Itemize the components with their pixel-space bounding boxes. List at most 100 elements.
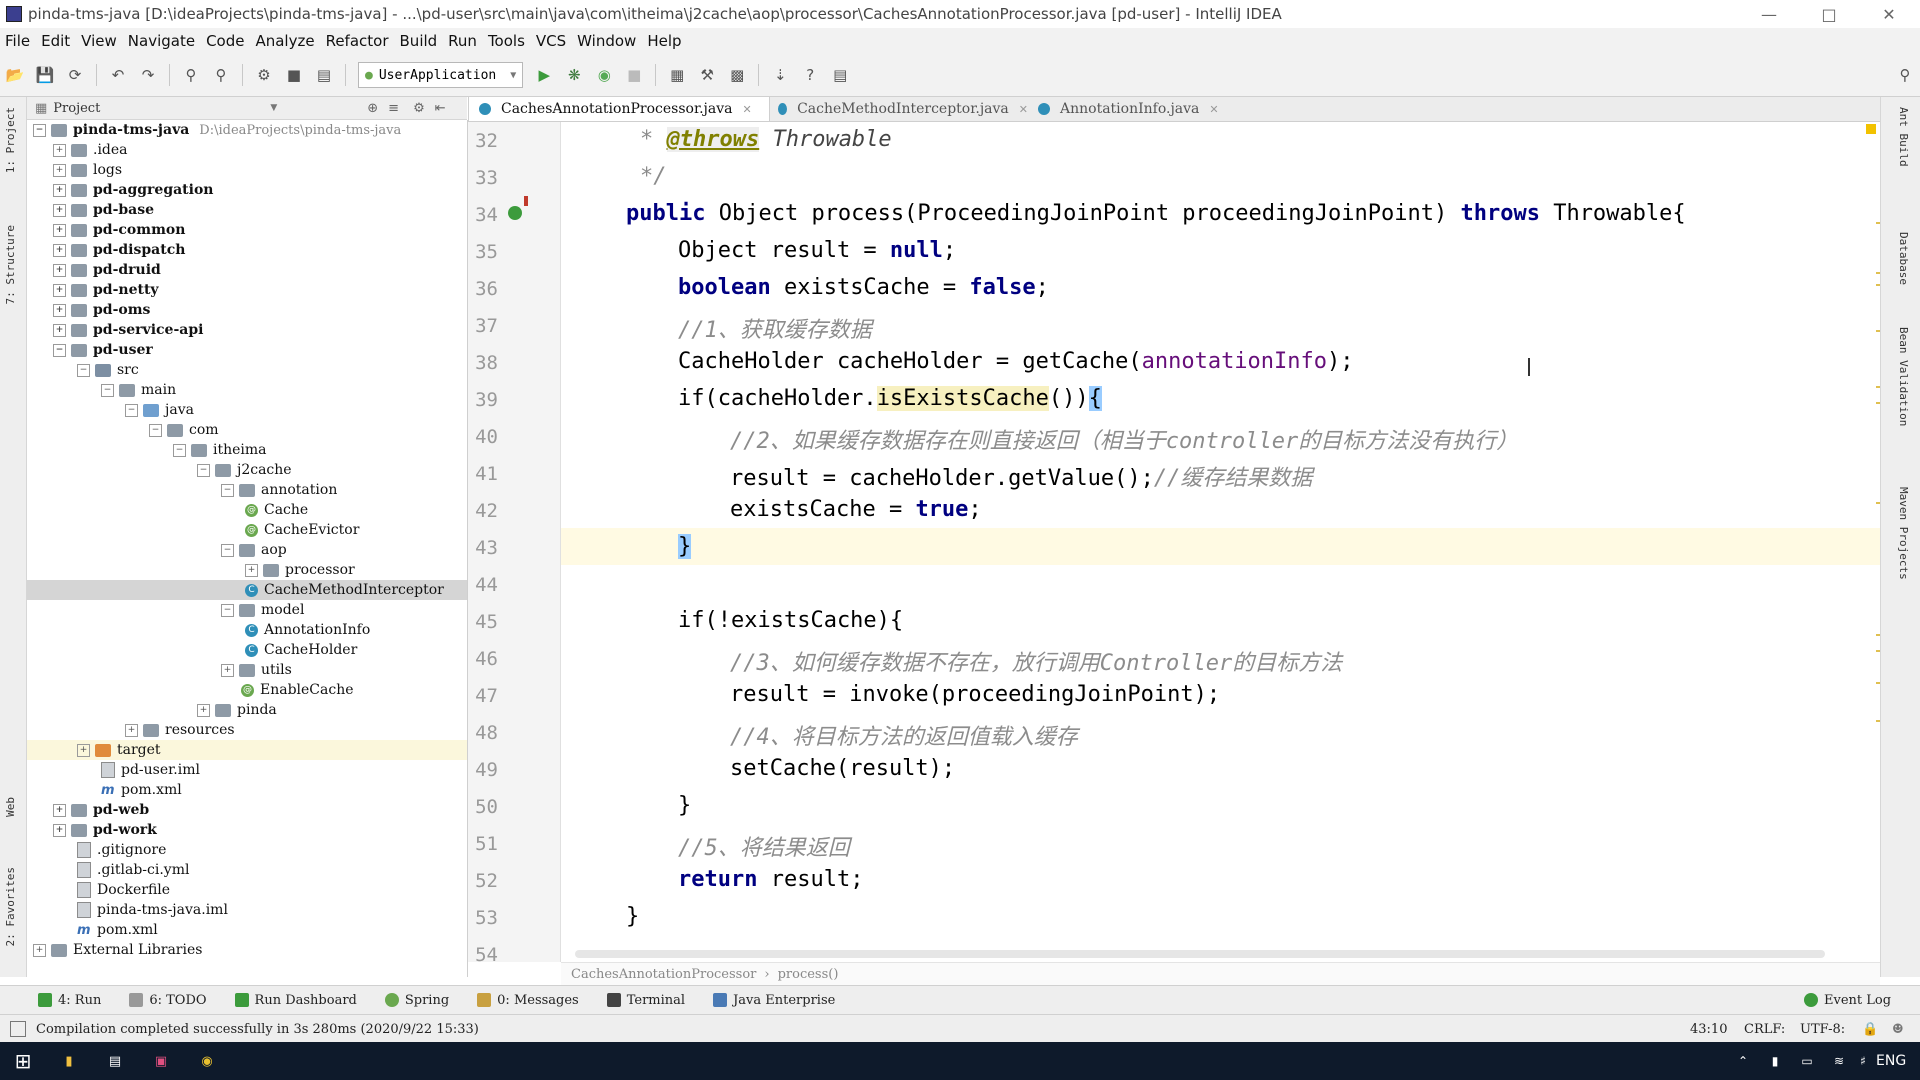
structure-icon[interactable]: ▤ xyxy=(312,63,336,87)
tree-node[interactable]: .gitignore xyxy=(77,840,166,860)
tab-web[interactable]: Web xyxy=(4,797,17,817)
tree-node[interactable]: + pd-web xyxy=(53,800,149,820)
menu-window[interactable]: Window xyxy=(577,32,636,50)
tree-node[interactable]: + logs xyxy=(53,160,122,180)
tree-node[interactable]: + pinda xyxy=(197,700,277,720)
collapse-icon[interactable]: ≡ xyxy=(388,101,399,116)
run-icon[interactable]: ▶ xyxy=(532,63,556,87)
find-icon[interactable]: ⚲ xyxy=(179,63,203,87)
tree-node[interactable]: + pd-common xyxy=(53,220,185,240)
tab-spring[interactable]: Spring xyxy=(384,993,449,1008)
horizontal-scrollbar[interactable] xyxy=(575,950,1825,958)
tree-node[interactable]: − model xyxy=(221,600,304,620)
tree-node[interactable]: − j2cache xyxy=(197,460,292,480)
project-structure-icon[interactable]: ⚒ xyxy=(695,63,719,87)
menu-file[interactable]: File xyxy=(5,32,30,50)
tree-node[interactable]: + processor xyxy=(245,560,355,580)
tree-node[interactable]: + pd-base xyxy=(53,200,154,220)
run-config-select[interactable]: ● UserApplication ▼ xyxy=(358,62,524,88)
close-button[interactable]: ✕ xyxy=(1866,0,1912,28)
tree-node[interactable]: @ CacheEvictor xyxy=(245,520,359,540)
notepad-icon[interactable]: ▤ xyxy=(100,1046,130,1076)
tree-node[interactable]: − aop xyxy=(221,540,287,560)
menu-build[interactable]: Build xyxy=(400,32,438,50)
menu-run[interactable]: Run xyxy=(448,32,477,50)
analysis-status-icon[interactable] xyxy=(1866,124,1876,134)
tab-structure[interactable]: 7: Structure xyxy=(4,225,17,304)
intellij-taskbar-icon[interactable]: ▣ xyxy=(146,1046,176,1076)
menu-vcs[interactable]: VCS xyxy=(536,32,566,50)
menu-help[interactable]: Help xyxy=(647,32,681,50)
tab-database[interactable]: Database xyxy=(1897,232,1910,285)
menu-tools[interactable]: Tools xyxy=(488,32,525,50)
tab-project[interactable]: 1: Project xyxy=(4,107,17,173)
menu-edit[interactable]: Edit xyxy=(41,32,70,50)
tree-node[interactable]: C CacheHolder xyxy=(245,640,357,660)
menu-analyze[interactable]: Analyze xyxy=(255,32,314,50)
tree-node[interactable]: + utils xyxy=(221,660,292,680)
tree-node[interactable]: − pd-user xyxy=(53,340,153,360)
file-explorer-icon[interactable]: ▮ xyxy=(54,1046,84,1076)
menu-view[interactable]: View xyxy=(81,32,117,50)
project-panel-title[interactable]: Project xyxy=(53,101,100,116)
locate-icon[interactable]: ⊕ xyxy=(367,101,378,116)
breadcrumb-method[interactable]: process() xyxy=(778,967,839,982)
coverage-icon[interactable]: ◉ xyxy=(592,63,616,87)
microphone-icon[interactable]: ▮ xyxy=(1760,1046,1790,1076)
attach-icon[interactable]: ▦ xyxy=(665,63,689,87)
tree-node[interactable]: m pom.xml xyxy=(101,780,182,800)
menu-code[interactable]: Code xyxy=(206,32,244,50)
replace-icon[interactable]: ⚲ xyxy=(209,63,233,87)
tree-node-selected[interactable]: C CacheMethodInterceptor xyxy=(245,580,444,600)
tree-node[interactable]: @ Cache xyxy=(245,500,308,520)
tree-node[interactable]: − annotation xyxy=(221,480,337,500)
tab-cache-method-interceptor[interactable]: CacheMethodInterceptor.java ✕ xyxy=(768,97,1038,121)
tree-node[interactable]: + pd-dispatch xyxy=(53,240,185,260)
breadcrumb-class[interactable]: CachesAnnotationProcessor xyxy=(571,967,756,982)
tab-bean-validation[interactable]: Bean Validation xyxy=(1897,327,1910,426)
menu-navigate[interactable]: Navigate xyxy=(128,32,195,50)
minimize-button[interactable]: — xyxy=(1746,0,1792,28)
caret-position[interactable]: 43:10 xyxy=(1690,1022,1727,1037)
open-folder-icon[interactable]: 📂 xyxy=(3,63,27,87)
tab-caches-annotation-processor[interactable]: CachesAnnotationProcessor.java ✕ xyxy=(468,97,770,121)
build-icon[interactable]: ⚙ xyxy=(252,63,276,87)
chrome-icon[interactable]: ◉ xyxy=(192,1046,222,1076)
close-tab-icon[interactable]: ✕ xyxy=(1019,103,1028,116)
tree-node[interactable]: + pd-work xyxy=(53,820,157,840)
tab-maven-projects[interactable]: Maven Projects xyxy=(1897,487,1910,580)
tree-node[interactable]: + pd-netty xyxy=(53,280,159,300)
battery-icon[interactable]: ▭ xyxy=(1792,1046,1822,1076)
plugin-icon[interactable]: ▤ xyxy=(828,63,852,87)
tree-node[interactable]: + resources xyxy=(125,720,235,740)
tree-node[interactable]: Dockerfile xyxy=(77,880,170,900)
tab-annotation-info[interactable]: AnnotationInfo.java ✕ xyxy=(1028,97,1268,121)
download-icon[interactable]: ⇣ xyxy=(768,63,792,87)
tree-node[interactable]: m pom.xml xyxy=(77,920,158,940)
tree-node[interactable]: .gitlab-ci.yml xyxy=(77,860,189,880)
chevron-down-icon[interactable]: ▼ xyxy=(270,103,277,113)
tree-node[interactable]: pinda-tms-java.iml xyxy=(77,900,228,920)
sdk-icon[interactable]: ▩ xyxy=(725,63,749,87)
hide-panel-icon[interactable]: ⇤ xyxy=(435,101,446,116)
search-everywhere-icon[interactable]: ⚲ xyxy=(1893,63,1917,87)
close-tab-icon[interactable]: ✕ xyxy=(1209,103,1218,116)
windows-start-icon[interactable]: ⊞ xyxy=(8,1046,38,1076)
undo-icon[interactable]: ↶ xyxy=(106,63,130,87)
tree-node[interactable]: pd-user.iml xyxy=(101,760,200,780)
chevron-up-icon[interactable]: ⌃ xyxy=(1728,1046,1758,1076)
input-language[interactable]: ENG xyxy=(1876,1053,1906,1069)
line-separator[interactable]: CRLF: xyxy=(1744,1022,1785,1037)
sync-icon[interactable]: ⟳ xyxy=(63,63,87,87)
gear-icon[interactable]: ⚙ xyxy=(413,101,425,116)
tree-root[interactable]: − pinda-tms-java D:\ideaProjects\pinda-t… xyxy=(33,120,401,140)
tree-node[interactable]: @ EnableCache xyxy=(241,680,354,700)
tree-node[interactable]: C AnnotationInfo xyxy=(245,620,370,640)
maximize-button[interactable]: □ xyxy=(1806,0,1852,28)
save-icon[interactable]: 💾 xyxy=(33,63,57,87)
tree-node[interactable]: − java xyxy=(125,400,194,420)
tab-todo[interactable]: 6: TODO xyxy=(129,993,207,1008)
tab-favorites[interactable]: 2: Favorites xyxy=(4,867,17,946)
stop-icon[interactable]: ■ xyxy=(622,63,646,87)
tab-event-log[interactable]: Event Log xyxy=(1804,993,1891,1008)
